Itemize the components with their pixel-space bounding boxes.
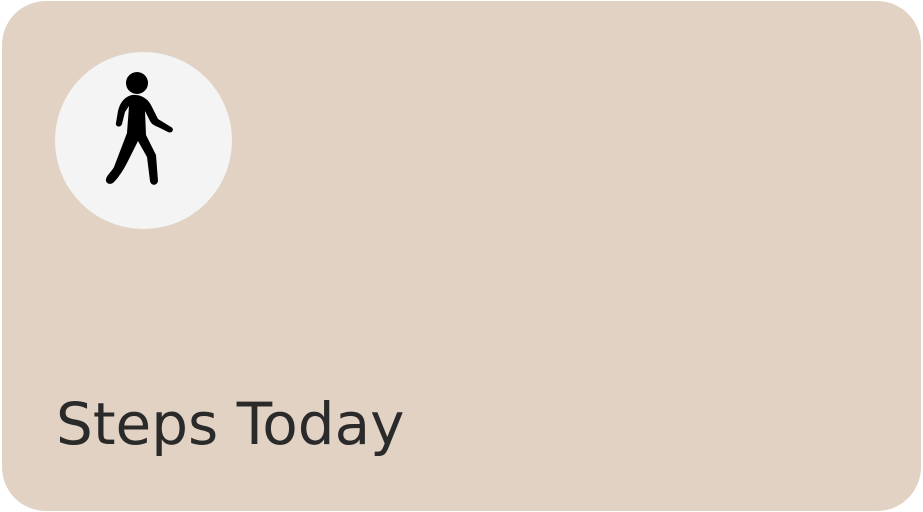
walking-person-icon: [105, 71, 173, 185]
walking-icon-badge: [55, 52, 232, 229]
card-title: Steps Today: [56, 390, 405, 458]
steps-today-card[interactable]: Steps Today: [2, 1, 921, 511]
